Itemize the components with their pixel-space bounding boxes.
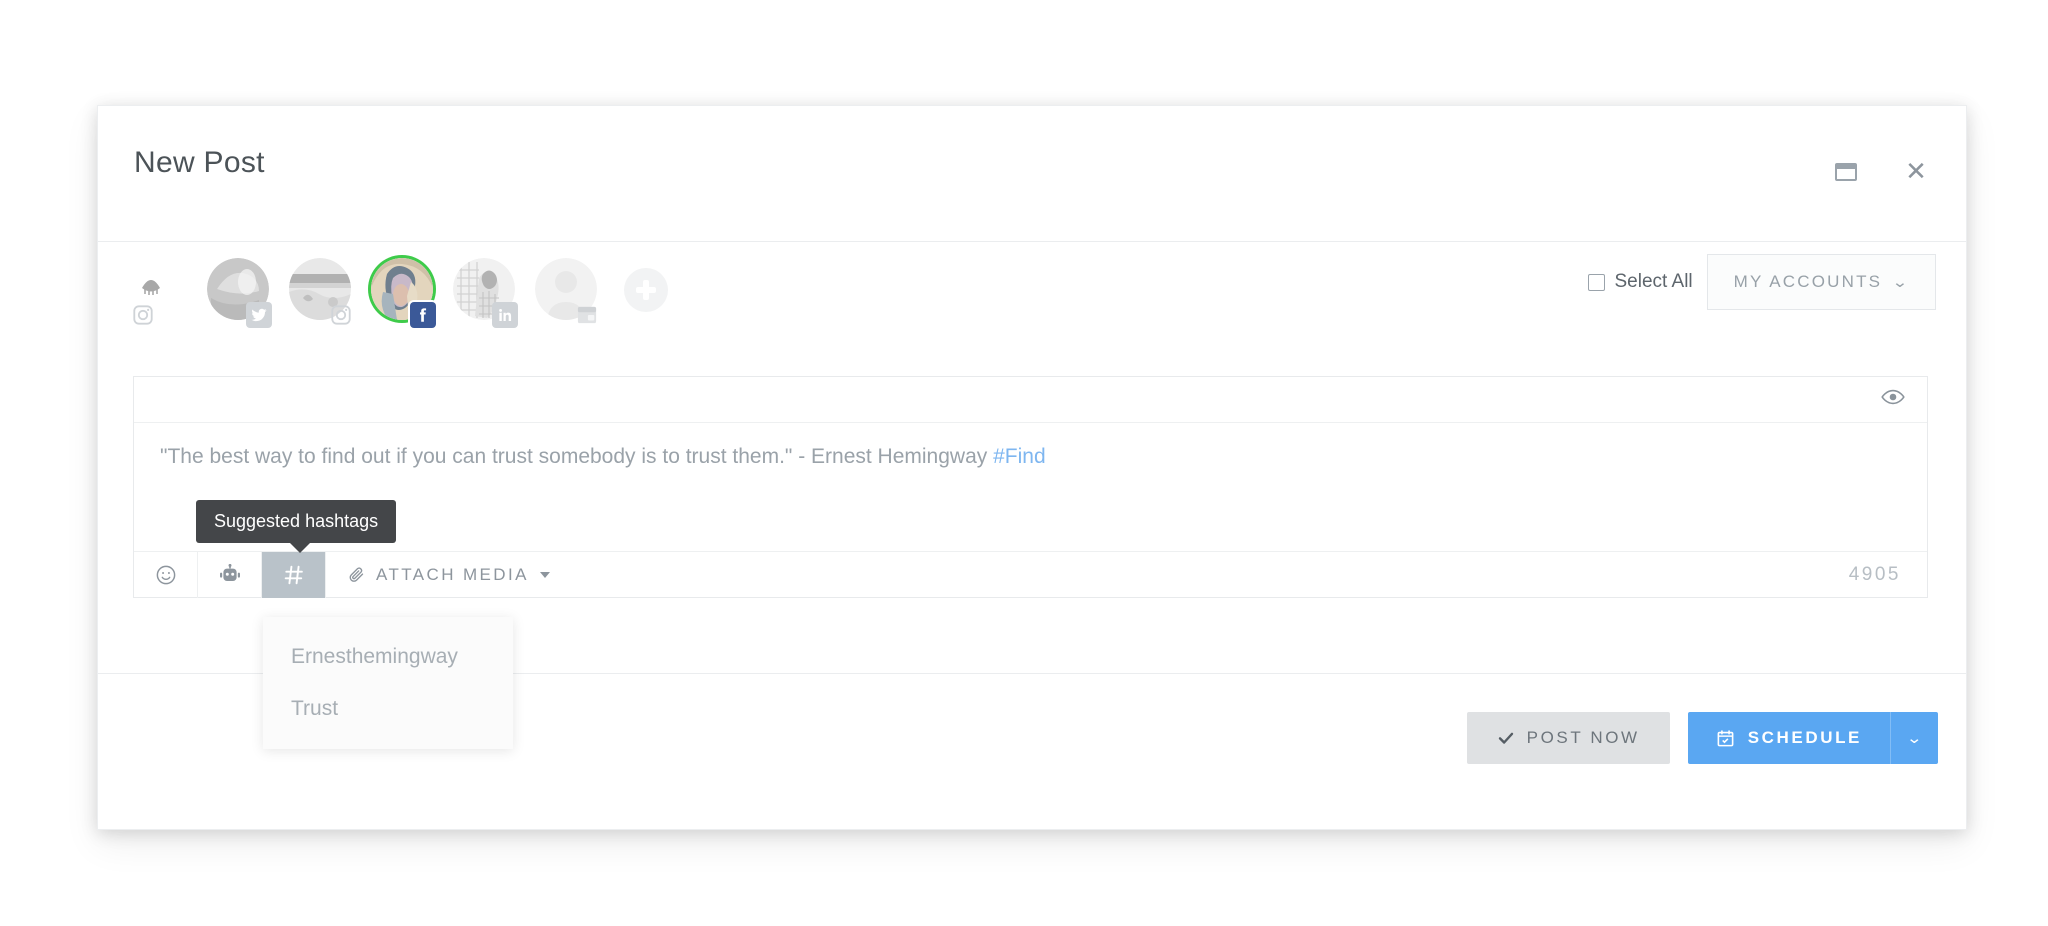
page-title: New Post [134,146,265,179]
avatar [134,268,168,302]
post-now-button[interactable]: POST NOW [1466,712,1670,764]
twitter-icon [246,302,272,328]
accounts-row: Select All MY ACCOUNTS ⌄ [98,242,1966,340]
account-avatar-facebook[interactable] [366,254,444,328]
preview-eye-icon[interactable] [1881,389,1905,410]
schedule-button-group: SCHEDULE ⌄ [1687,712,1938,764]
character-counter: 4905 [1848,563,1901,585]
chevron-down-icon [539,571,550,578]
my-accounts-label: MY ACCOUNTS [1733,272,1883,291]
bot-button[interactable] [198,551,262,598]
instagram-icon [328,302,354,328]
schedule-button[interactable]: SCHEDULE [1687,712,1890,764]
schedule-label: SCHEDULE [1747,728,1862,747]
editor-toolbar: ATTACH MEDIA 4905 [134,551,1927,598]
account-avatar-generic[interactable] [530,254,608,326]
account-avatar-instagram-2[interactable] [284,254,362,326]
hashtag-suggestions-dropdown: Ernesthemingway Trust [263,617,513,749]
hashtag-suggestion-item[interactable]: Trust [263,683,513,735]
maximize-icon [1835,163,1857,181]
hashtag-icon [284,565,303,584]
editor-topbar [134,377,1927,423]
linkedin-icon [492,302,518,328]
calendar-icon [1717,729,1734,746]
post-editor: "The best way to find out if you can tru… [133,376,1928,598]
check-icon [1498,732,1513,744]
account-avatar-list [120,254,668,328]
select-all-label: Select All [1614,271,1693,292]
add-account-button[interactable] [624,268,668,312]
attach-media-button[interactable]: ATTACH MEDIA [326,552,572,598]
hashtag-suggestion-item[interactable]: Ernesthemingway [263,631,513,683]
header-actions: ✕ [1824,150,1938,194]
checkbox-box[interactable] [1588,273,1606,291]
select-all-checkbox[interactable]: Select All [1588,271,1693,293]
suggested-hashtags-tooltip: Suggested hashtags [196,500,397,553]
hashtag-button[interactable] [262,551,326,598]
avatar-image [134,268,168,302]
plus-icon [636,280,656,300]
bot-icon [219,563,240,581]
my-accounts-dropdown[interactable]: MY ACCOUNTS ⌄ [1706,254,1936,310]
instagram-icon [130,302,156,328]
emoji-button[interactable] [134,551,198,598]
chevron-down-icon: ⌄ [1892,272,1912,291]
footer-actions: POST NOW SCHEDULE ⌄ [1466,712,1938,764]
account-avatar-linkedin[interactable] [448,254,526,328]
close-button[interactable]: ✕ [1894,150,1938,194]
attach-media-label: ATTACH MEDIA [376,564,529,584]
browser-window-icon [574,302,600,328]
screen: New Post ✕ Select All MY ACCOUNTS ⌄ POST… [0,0,2048,926]
post-text-area[interactable]: "The best way to find out if you can tru… [134,423,1927,551]
paperclip-icon [349,567,364,582]
emoji-icon [156,565,175,584]
accounts-right-controls: Select All MY ACCOUNTS ⌄ [1588,254,1936,310]
post-now-label: POST NOW [1526,728,1640,747]
close-icon: ✕ [1905,157,1927,187]
account-avatar-instagram-1[interactable] [120,254,198,326]
modal-header: New Post ✕ [98,106,1966,242]
post-hashtag: #Find [993,445,1046,468]
account-avatar-twitter[interactable] [202,254,280,328]
post-text: "The best way to find out if you can tru… [160,445,994,468]
schedule-dropdown-button[interactable]: ⌄ [1890,712,1938,764]
chevron-down-icon: ⌄ [1906,728,1923,747]
facebook-icon [410,302,436,328]
maximize-button[interactable] [1824,150,1868,194]
